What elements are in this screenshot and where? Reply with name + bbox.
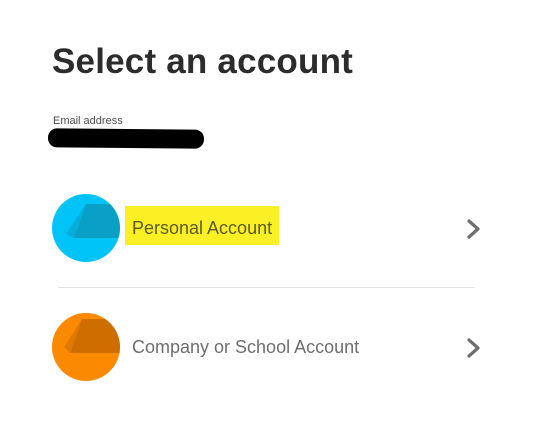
redacted-email	[47, 128, 205, 149]
company-account-avatar-icon	[52, 313, 120, 381]
account-selector-page: Select an account Email address Personal…	[0, 0, 533, 422]
chevron-right-icon	[467, 338, 480, 358]
chevron-right-icon	[467, 219, 480, 239]
divider	[58, 287, 475, 288]
email-address-label: Email address	[53, 115, 123, 127]
personal-account-option[interactable]: Personal Account	[52, 194, 484, 264]
company-account-label: Company or School Account	[132, 337, 360, 357]
personal-account-avatar-icon	[52, 194, 120, 262]
page-title: Select an account	[52, 42, 354, 81]
company-account-option[interactable]: Company or School Account	[52, 313, 484, 383]
personal-account-label: Personal Account	[132, 218, 273, 238]
